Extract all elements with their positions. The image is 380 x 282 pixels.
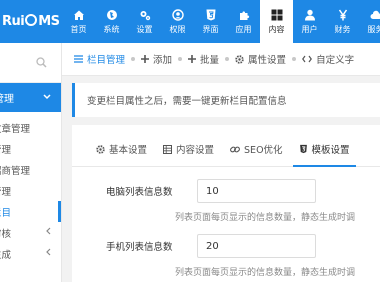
link-icon <box>230 145 240 154</box>
globe-icon <box>106 9 118 21</box>
pc-list-count-hint: 列表页面每页显示的信息数量，静态生成时调 <box>175 213 356 223</box>
sidebar-item-manage[interactable]: 管理 <box>0 138 61 159</box>
top-navbar: Rui MS 首页 系统 设置 权限 界面 应用 内容 用户 财务 服务 <box>0 0 380 43</box>
plus-icon <box>188 55 197 63</box>
nav-apps[interactable]: 应用 <box>227 0 260 43</box>
gear-icon <box>235 54 244 64</box>
sidebar-search[interactable] <box>0 43 61 83</box>
tab-attribute-settings[interactable]: 属性设置 <box>235 52 286 66</box>
tab-basic-settings[interactable]: 基本设置 <box>96 132 147 166</box>
logo[interactable]: Rui MS <box>0 0 62 43</box>
tab-template-settings[interactable]: 模板设置 <box>292 132 356 167</box>
user-icon <box>304 9 316 21</box>
list-icon <box>74 55 83 63</box>
sidebar-item-review[interactable]: 审核 <box>0 222 61 243</box>
separator-dot <box>131 57 136 61</box>
nav-content[interactable]: 内容 <box>260 0 293 43</box>
panel-tabs: 基本设置 内容设置 SEO优化 模板设置 <box>72 125 380 167</box>
settings-panel: 基本设置 内容设置 SEO优化 模板设置 电脑列表信息数 10 列表页面每页显示… <box>72 125 380 282</box>
chevron-left-icon <box>46 248 51 259</box>
chevron-down-icon <box>43 92 51 103</box>
search-icon[interactable] <box>36 53 47 72</box>
puzzle-icon <box>238 9 250 21</box>
nav-settings[interactable]: 设置 <box>128 0 161 43</box>
nav-users[interactable]: 用户 <box>293 0 326 43</box>
main-nav: 首页 系统 设置 权限 界面 应用 内容 用户 财务 服务 <box>62 0 380 43</box>
tab-add[interactable]: 添加 <box>141 52 172 66</box>
home-icon <box>73 9 85 21</box>
tab-content-settings[interactable]: 内容设置 <box>163 132 214 166</box>
html5-icon <box>205 9 217 21</box>
yen-icon <box>337 9 349 21</box>
nav-system[interactable]: 系统 <box>95 0 128 43</box>
sidebar-item-manage-2[interactable]: 管理 <box>0 180 61 201</box>
cloud-icon <box>370 9 380 21</box>
nav-permission[interactable]: 权限 <box>161 0 194 43</box>
notice-banner: 变更栏目属性之后，需要一键更新栏目配置信息 <box>72 83 380 117</box>
chevron-left-icon <box>46 227 51 238</box>
grid-icon <box>271 9 283 21</box>
separator-dot <box>292 57 297 61</box>
main-content: 栏目管理 添加 批量 属性设置 自定义字 变更栏目属性之后，需要一键更新栏目配置… <box>62 43 380 282</box>
sidebar-group-content[interactable]: 管理 <box>0 83 61 112</box>
separator-dot <box>178 57 183 61</box>
toolbar-tabs: 栏目管理 添加 批量 属性设置 自定义字 <box>62 43 380 76</box>
mobile-list-count-hint: 列表页面每页显示的信息数量，静态生成时调 <box>175 268 356 278</box>
user-circle-icon <box>171 8 184 21</box>
html5-icon <box>299 144 308 154</box>
tab-column-manage[interactable]: 栏目管理 <box>74 52 125 66</box>
sidebar-item-merchants[interactable]: 招商管理 <box>0 159 61 180</box>
pc-list-count-input[interactable]: 10 <box>197 179 316 203</box>
tab-custom-fields[interactable]: 自定义字 <box>302 52 354 66</box>
nav-interface[interactable]: 界面 <box>194 0 227 43</box>
logo-text: Rui MS <box>2 14 60 29</box>
code-icon <box>302 55 313 63</box>
nav-home[interactable]: 首页 <box>62 0 95 43</box>
gears-icon <box>139 9 151 21</box>
table-icon <box>163 144 173 154</box>
pc-list-count-label: 电脑列表信息数 <box>106 187 173 198</box>
tab-batch[interactable]: 批量 <box>188 52 219 66</box>
nav-service[interactable]: 服务 <box>359 0 380 43</box>
gear-icon <box>96 144 105 154</box>
tab-seo[interactable]: SEO优化 <box>230 132 283 166</box>
separator-dot <box>225 57 230 61</box>
nav-finance[interactable]: 财务 <box>326 0 359 43</box>
sidebar-item-articles[interactable]: 文章管理 <box>0 117 61 138</box>
sidebar-item-generate[interactable]: 生成 <box>0 243 61 264</box>
sidebar: 管理 文章管理 管理 招商管理 管理 栏目 审核 生成 <box>0 43 62 282</box>
plus-icon <box>141 55 150 63</box>
sidebar-item-columns[interactable]: 栏目 <box>0 201 61 222</box>
mobile-list-count-input[interactable]: 20 <box>197 234 316 258</box>
mobile-list-count-label: 手机列表信息数 <box>106 242 173 253</box>
